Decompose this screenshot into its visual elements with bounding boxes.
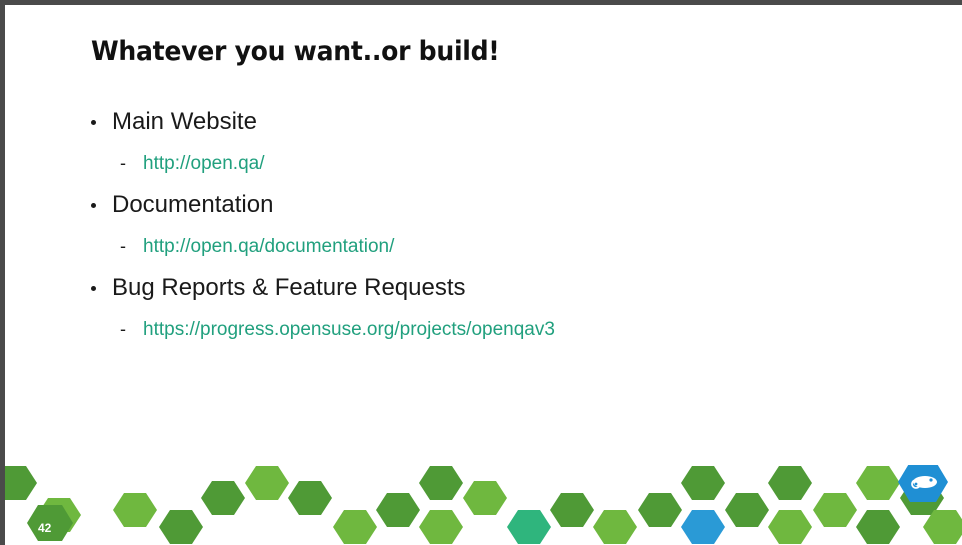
list-item: Main Website - http://open.qa/ bbox=[89, 103, 555, 186]
hexagon-shape bbox=[159, 510, 203, 544]
bullet-label: Bug Reports & Feature Requests bbox=[112, 274, 466, 301]
hexagon-shape bbox=[507, 510, 551, 544]
documentation-link[interactable]: http://open.qa/documentation/ bbox=[143, 236, 394, 258]
bullet-line: Documentation bbox=[89, 186, 555, 224]
bullet-dot-icon bbox=[91, 202, 96, 208]
page-number: 42 bbox=[38, 521, 52, 535]
hexagon-shape bbox=[813, 493, 857, 527]
hexagon-shape bbox=[681, 510, 725, 544]
hexagon-shape bbox=[550, 493, 594, 527]
sub-bullet-line: - https://progress.opensuse.org/projects… bbox=[89, 307, 555, 352]
hexagon-shape bbox=[593, 510, 637, 544]
hexagon-shape bbox=[725, 493, 769, 527]
list-item: Bug Reports & Feature Requests - https:/… bbox=[89, 269, 555, 352]
bullet-dot-icon bbox=[91, 119, 96, 125]
hexagon-shape bbox=[5, 466, 37, 500]
slide-title: Whatever you want..or build! bbox=[91, 36, 500, 67]
hexagon-shape bbox=[333, 510, 377, 544]
hexagon-shape bbox=[681, 466, 725, 500]
dash-icon: - bbox=[120, 236, 126, 256]
bullet-line: Main Website bbox=[89, 103, 555, 141]
bullet-line: Bug Reports & Feature Requests bbox=[89, 269, 555, 307]
sub-bullet-line: - http://open.qa/ bbox=[89, 141, 555, 186]
hexagon-shape bbox=[201, 481, 245, 515]
hexagon-shape bbox=[419, 466, 463, 500]
hexagon-shape bbox=[245, 466, 289, 500]
dash-icon: - bbox=[120, 153, 126, 173]
hexagon-shape bbox=[463, 481, 507, 515]
hexagon-shape bbox=[856, 510, 900, 544]
hexagon-shape bbox=[376, 493, 420, 527]
hexagon-pattern-decoration bbox=[5, 465, 962, 544]
hexagon-shape bbox=[923, 510, 962, 544]
list-item: Documentation - http://open.qa/documenta… bbox=[89, 186, 555, 269]
dash-icon: - bbox=[120, 319, 126, 339]
hexagon-shape bbox=[768, 466, 812, 500]
bullet-label: Documentation bbox=[112, 191, 274, 218]
bug-reports-link[interactable]: https://progress.opensuse.org/projects/o… bbox=[143, 319, 555, 341]
hexagon-shape bbox=[419, 510, 463, 544]
bullet-label: Main Website bbox=[112, 108, 257, 135]
hexagon-shape bbox=[638, 493, 682, 527]
bullet-dot-icon bbox=[91, 285, 96, 291]
sub-bullet-line: - http://open.qa/documentation/ bbox=[89, 224, 555, 269]
slide: Whatever you want..or build! Main Websit… bbox=[5, 5, 962, 545]
bullet-list: Main Website - http://open.qa/ Documenta… bbox=[89, 103, 555, 352]
main-website-link[interactable]: http://open.qa/ bbox=[143, 153, 265, 175]
hexagon-shape bbox=[856, 466, 900, 500]
hexagon-shape bbox=[113, 493, 157, 527]
hexagon-shape bbox=[288, 481, 332, 515]
hexagon-shape bbox=[768, 510, 812, 544]
